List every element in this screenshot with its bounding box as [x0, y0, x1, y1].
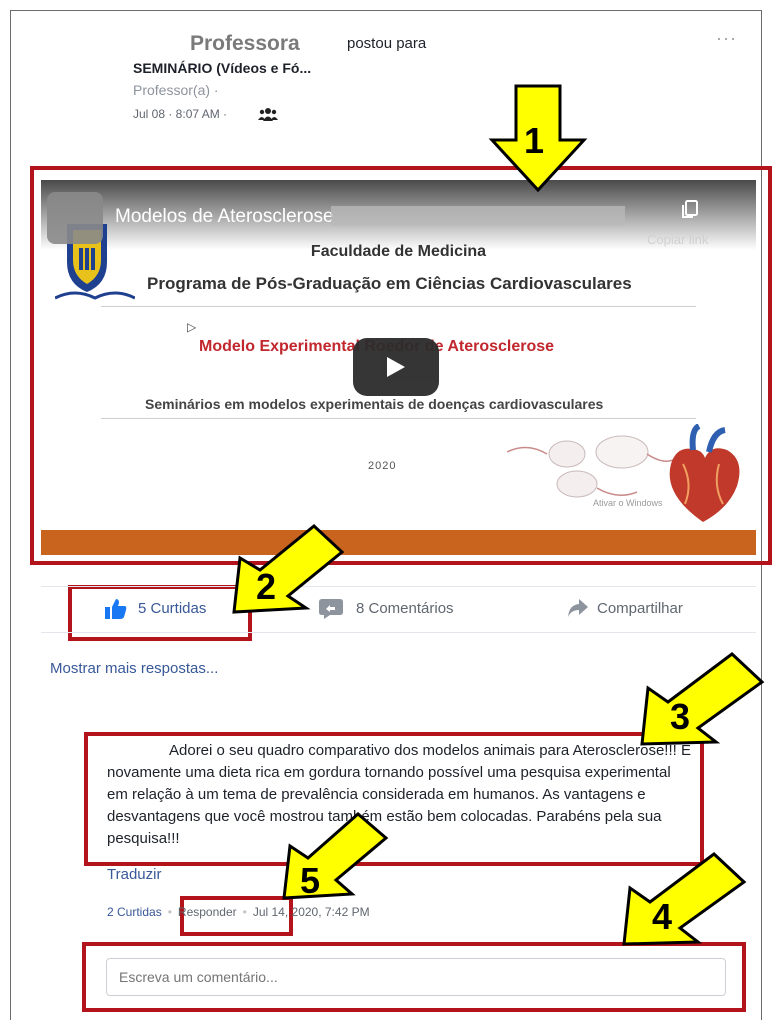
translate-link[interactable]: Traduzir — [107, 866, 161, 883]
post-author[interactable]: Professora — [190, 32, 300, 56]
author-role: Professor(a) · — [133, 82, 219, 98]
likes-count-link[interactable]: 5 Curtidas — [138, 600, 206, 617]
annotation-number-5: 5 — [300, 860, 321, 901]
group-privacy-icon — [258, 108, 278, 121]
annotation-number-4: 4 — [652, 896, 673, 937]
annotation-arrow-5-icon — [282, 812, 389, 900]
comment-input[interactable] — [106, 958, 726, 996]
comment-date[interactable]: Jul 14, 2020, 7:42 PM — [253, 905, 370, 919]
annotation-box-1 — [30, 166, 772, 565]
comment-body: Adorei o seu quadro comparativo dos mode… — [107, 740, 695, 850]
annotation-arrow-2-icon — [232, 524, 345, 614]
share-icon[interactable] — [567, 598, 589, 618]
like-icon[interactable] — [104, 598, 128, 620]
comment-meta: 2 Curtidas • Responder • Jul 14, 2020, 7:42 … — [107, 905, 370, 919]
comment-likes-link[interactable]: 2 Curtidas — [107, 905, 162, 919]
share-button[interactable]: Compartilhar — [597, 600, 683, 617]
comments-count-link[interactable]: 8 Comentários — [356, 600, 454, 617]
more-options-icon[interactable]: ··· — [716, 28, 737, 49]
actions-bottom-divider — [41, 632, 756, 633]
annotation-arrow-3-icon — [640, 652, 765, 746]
annotation-number-2: 2 — [256, 566, 277, 607]
posted-to-label: postou para — [347, 35, 427, 52]
annotation-arrow-4-icon — [622, 852, 747, 946]
comment-text-line1: Adorei o seu quadro comparativo dos mode… — [169, 742, 570, 759]
show-more-replies-link[interactable]: Mostrar mais respostas... — [50, 660, 218, 677]
actions-top-divider — [41, 586, 756, 587]
annotation-number-3: 3 — [670, 696, 691, 737]
annotation-number-1: 1 — [524, 120, 545, 161]
post-timestamp[interactable]: Jul 08 · 8:07 AM · — [133, 107, 227, 121]
group-link[interactable]: SEMINÁRIO (Vídeos e Fó... — [133, 60, 311, 76]
reply-link[interactable]: Responder — [178, 905, 237, 919]
